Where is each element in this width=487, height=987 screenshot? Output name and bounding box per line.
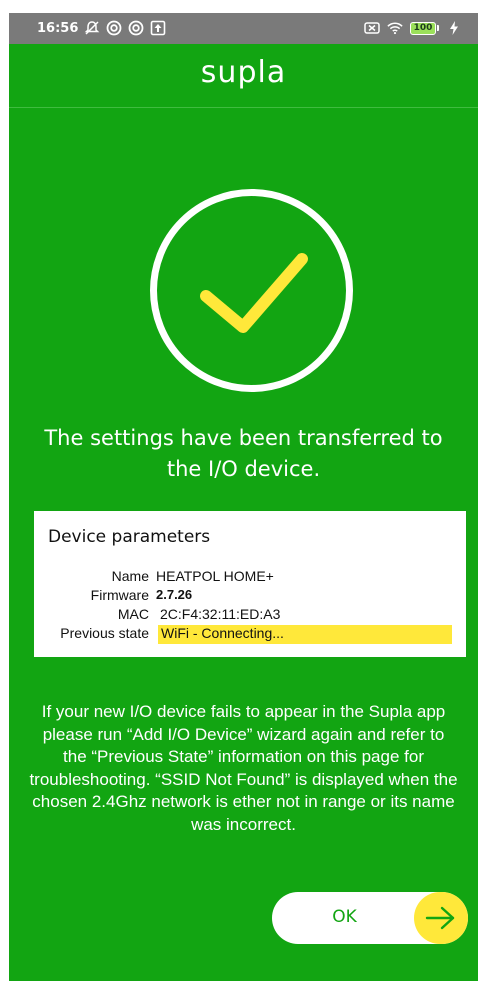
sync-icon <box>128 20 144 36</box>
param-label: MAC <box>117 606 149 622</box>
param-value-name: HEATPOL HOME+ <box>156 568 274 584</box>
upload-icon <box>150 20 166 36</box>
param-row-name: Name HEATPOL HOME+ <box>34 568 466 587</box>
status-bar-left: 16:56 <box>37 20 166 36</box>
wifi-icon <box>387 20 403 36</box>
sim-off-icon <box>364 20 380 36</box>
param-value-firmware: 2.7.26 <box>156 587 193 602</box>
ok-button-label: OK <box>332 907 357 927</box>
success-message: The settings have been transferred to th… <box>44 426 443 481</box>
device-parameters-title: Device parameters <box>48 527 211 547</box>
checkmark-circle-icon <box>150 189 353 392</box>
status-bar: 16:56 100 <box>9 13 478 44</box>
ok-button[interactable]: OK <box>272 892 468 944</box>
arrow-right-icon[interactable] <box>414 892 468 944</box>
app-header: supla <box>9 44 478 108</box>
param-value-previous-state: WiFi - Connecting... <box>158 625 452 644</box>
param-row-mac: MAC 2C:F4:32:11:ED:A3 <box>34 606 466 625</box>
status-bar-right: 100 <box>364 20 462 36</box>
param-label: Name <box>111 568 149 584</box>
battery-icon: 100 <box>410 21 439 35</box>
app-screen: 16:56 100 supla The settings have been t… <box>9 13 478 981</box>
param-row-firmware: Firmware 2.7.26 <box>34 587 466 606</box>
sync-icon <box>106 20 122 36</box>
charging-icon <box>446 20 462 36</box>
param-value-mac: 2C:F4:32:11:ED:A3 <box>160 606 281 622</box>
param-label: Previous state <box>60 625 149 641</box>
notifications-off-icon <box>84 20 100 36</box>
device-parameters-panel: Device parameters Name HEATPOL HOME+ Fir… <box>34 511 466 657</box>
troubleshooting-help-text: If your new I/O device fails to appear i… <box>29 702 458 834</box>
param-row-previous-state: Previous state WiFi - Connecting... <box>34 625 466 644</box>
status-time: 16:56 <box>37 20 79 36</box>
supla-logo: supla <box>200 55 287 90</box>
param-label: Firmware <box>90 587 149 603</box>
battery-level: 100 <box>410 21 436 35</box>
